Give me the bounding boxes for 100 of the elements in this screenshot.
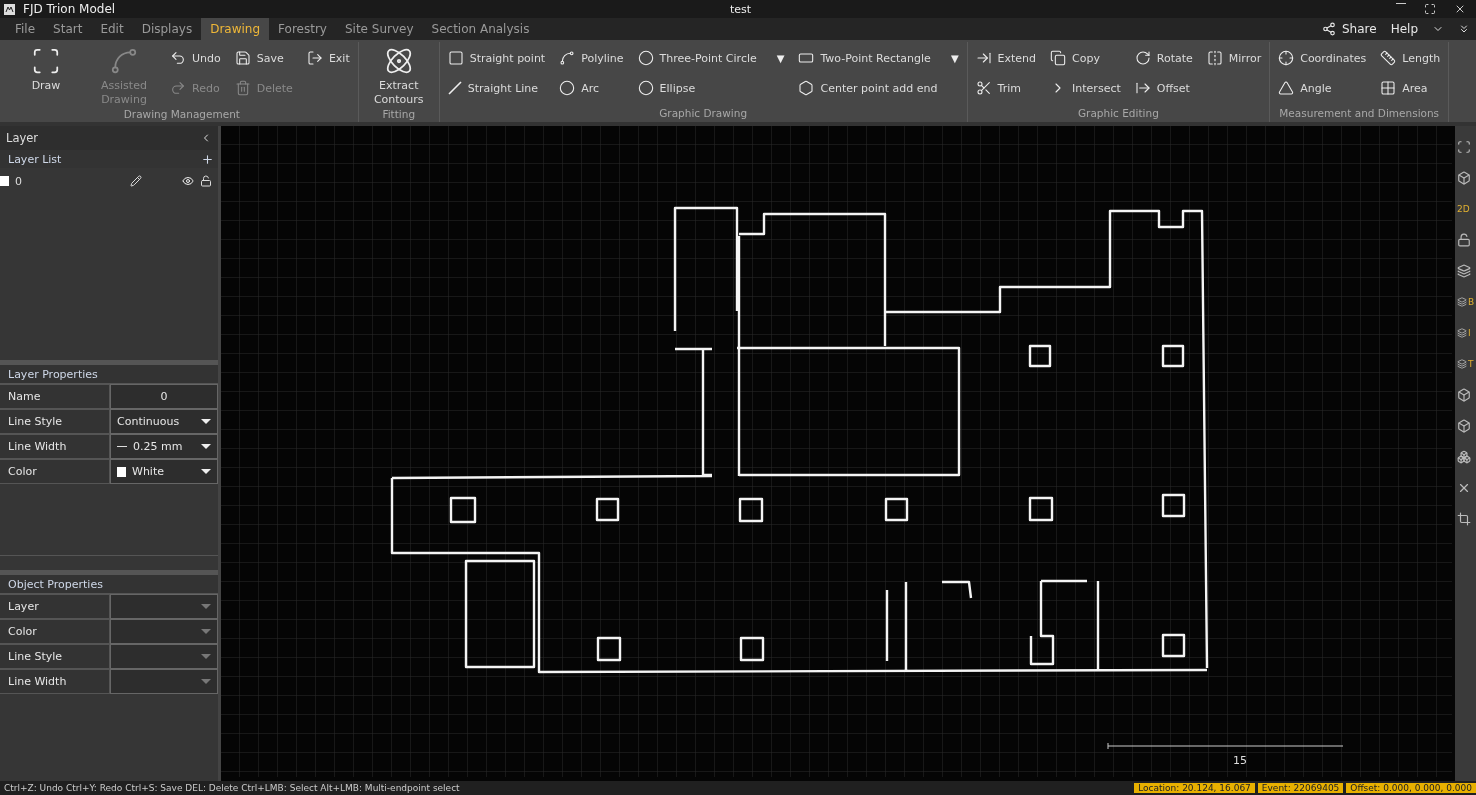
ribbon-button[interactable]: Ellipse	[637, 76, 785, 100]
ribbon-button[interactable]: Three-Point Circle ▼	[637, 46, 785, 70]
status-field: Location: 20.124, 16.067	[1134, 783, 1255, 793]
redo-icon	[170, 80, 186, 96]
close-icon[interactable]	[1454, 3, 1466, 15]
app-logo-icon	[4, 3, 15, 15]
share-icon	[1322, 22, 1336, 36]
tool-icon[interactable]	[1457, 233, 1471, 247]
ribbon-button[interactable]: Mirror	[1206, 46, 1262, 70]
tool-icon[interactable]	[1457, 450, 1471, 464]
minimize-icon[interactable]	[1396, 3, 1406, 5]
color-select[interactable]: White	[110, 459, 218, 484]
dropdown-caret[interactable]: ▼	[950, 52, 959, 64]
section-title: Object Properties	[8, 577, 103, 591]
exit-icon	[306, 50, 323, 66]
ribbon-button[interactable]: Polyline	[559, 46, 624, 70]
menu-tab[interactable]: Edit	[91, 18, 133, 40]
tool-icon[interactable]	[1457, 419, 1471, 433]
ribbon-button[interactable]: Straight Line	[447, 76, 546, 100]
ribbon-button[interactable]: Undo	[170, 46, 221, 70]
menu-tab[interactable]: Drawing	[201, 18, 270, 40]
group-label: Graphic Editing	[1077, 107, 1160, 121]
layers-icon[interactable]	[1457, 297, 1467, 307]
layers-icon[interactable]	[1457, 328, 1467, 338]
layer-name[interactable]: 0	[15, 174, 22, 188]
eye-icon[interactable]	[182, 175, 194, 187]
property-select[interactable]	[110, 669, 218, 694]
unlock-icon[interactable]	[200, 175, 212, 187]
tool-label[interactable]: I	[1468, 328, 1471, 338]
copy-icon	[1050, 50, 1067, 66]
tool-icon[interactable]	[1457, 140, 1471, 154]
trash-icon	[234, 80, 251, 96]
section-title: Layer List	[8, 152, 62, 166]
layer-swatch	[0, 176, 9, 186]
layers-icon[interactable]	[1457, 359, 1467, 369]
property-label: Layer	[0, 594, 110, 619]
group-label: Drawing Management	[122, 107, 241, 122]
dropdown-caret[interactable]: ▼	[776, 52, 785, 64]
maximize-icon[interactable]	[1424, 3, 1436, 15]
scale-label: 15	[1233, 754, 1247, 767]
tool-icon[interactable]	[1457, 512, 1471, 526]
circle-icon	[637, 50, 654, 66]
line-style-select[interactable]: Continuous	[110, 409, 218, 434]
property-label: Color	[0, 619, 110, 644]
ribbon-button[interactable]: Extend	[975, 46, 1037, 70]
ribbon-button[interactable]: Extract Contours	[366, 46, 431, 108]
tool-icon[interactable]	[1457, 264, 1471, 278]
angle-icon	[1278, 80, 1295, 96]
property-select[interactable]	[110, 644, 218, 669]
menu-tab[interactable]: Site Survey	[335, 18, 423, 40]
ribbon-button[interactable]: Save	[234, 46, 293, 70]
tool-label[interactable]: B	[1468, 297, 1475, 307]
property-label: Color	[0, 459, 110, 484]
hexagon-icon	[798, 80, 815, 96]
line-width-select[interactable]: 0.25 mm	[110, 434, 218, 459]
ribbon-button[interactable]: Angle	[1278, 76, 1367, 100]
tool-label[interactable]: T	[1468, 359, 1474, 369]
ribbon-button[interactable]: Offset	[1134, 76, 1193, 100]
ribbon-button[interactable]: Coordinates	[1278, 46, 1367, 70]
ribbon-button[interactable]: Rotate	[1134, 46, 1193, 70]
save-icon	[234, 50, 251, 66]
edit-icon[interactable]	[130, 175, 142, 187]
ribbon-button[interactable]: Arc	[559, 76, 624, 100]
ribbon-button[interactable]: Length	[1380, 46, 1441, 70]
length-icon	[1380, 50, 1397, 66]
ribbon-button[interactable]: Exit	[306, 46, 350, 70]
offset-icon	[1134, 80, 1151, 96]
share-button[interactable]: Share	[1322, 22, 1377, 36]
ribbon-button[interactable]: Center point add end	[798, 76, 959, 100]
ribbon-button[interactable]: Copy	[1050, 46, 1121, 70]
help-button[interactable]: Help	[1390, 22, 1418, 36]
menu-tab[interactable]: Forestry	[269, 18, 336, 40]
add-icon[interactable]	[201, 152, 214, 166]
property-select[interactable]	[110, 594, 218, 619]
menu-tab[interactable]: Displays	[132, 18, 202, 40]
menu-tab[interactable]: Section Analysis	[422, 18, 539, 40]
ribbon-button[interactable]: Draw	[14, 46, 78, 94]
name-field[interactable]: 0	[110, 384, 218, 409]
ribbon-button[interactable]: Intersect	[1050, 76, 1121, 100]
curve-icon	[109, 46, 139, 76]
trim-icon	[975, 80, 992, 96]
group-label: Measurement and Dimensions	[1278, 107, 1441, 121]
rotate-icon	[1134, 50, 1151, 66]
shortcut-hint: Ctrl+Z: Undo Ctrl+Y: Redo Ctrl+S: Save DEL: Delete Ctrl+LMB: Select Alt+LMB: Multi-endpoint select	[4, 783, 460, 793]
line-icon	[447, 81, 462, 95]
ribbon-button[interactable]: Area	[1380, 76, 1441, 100]
ribbon-button[interactable]: Trim	[975, 76, 1037, 100]
app-title: FJD Trion Model	[23, 2, 116, 16]
menu-tab[interactable]: Start	[44, 18, 92, 40]
view-mode-label[interactable]: 2D	[1457, 204, 1470, 214]
menu-tab[interactable]: File	[6, 18, 45, 40]
panel-title: Layer	[6, 131, 39, 145]
tool-icon[interactable]	[1457, 171, 1471, 185]
collapse-icon[interactable]	[1458, 23, 1470, 35]
tool-icon[interactable]	[1457, 481, 1471, 495]
ribbon-button[interactable]: Two-Point Rectangle ▼	[798, 46, 959, 70]
ribbon-button[interactable]: Straight point	[447, 46, 546, 70]
property-label: Line Width	[0, 434, 110, 459]
property-select[interactable]	[110, 619, 218, 644]
tool-icon[interactable]	[1457, 388, 1471, 402]
